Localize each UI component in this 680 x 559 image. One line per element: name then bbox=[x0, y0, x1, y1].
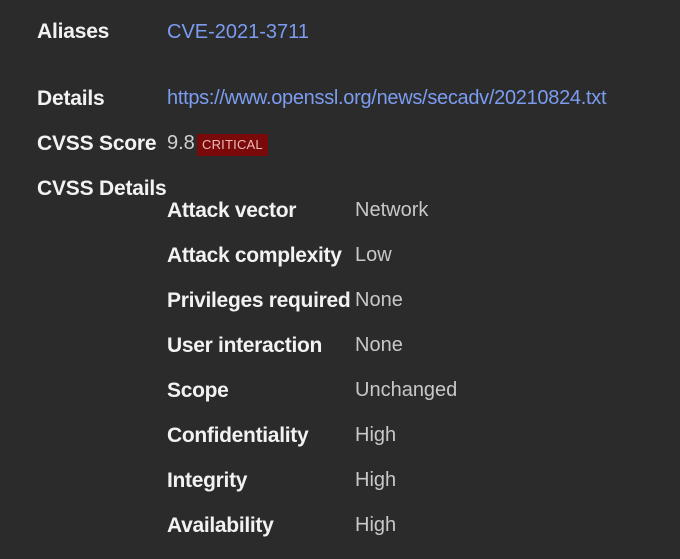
cvss-details-label: CVSS Details bbox=[37, 177, 167, 200]
detail-value-integrity: High bbox=[355, 469, 397, 491]
detail-key-attack-complexity: Attack complexity bbox=[167, 244, 342, 267]
detail-value-privileges-required: None bbox=[355, 289, 403, 311]
detail-key-privileges-required: Privileges required bbox=[167, 289, 351, 312]
detail-key-integrity: Integrity bbox=[167, 469, 248, 492]
detail-value-attack-vector: Network bbox=[355, 199, 429, 221]
detail-value-confidentiality: High bbox=[355, 424, 397, 446]
detail-value-user-interaction: None bbox=[355, 334, 403, 356]
severity-badge: CRITICAL bbox=[197, 134, 268, 156]
detail-key-attack-vector: Attack vector bbox=[167, 199, 297, 222]
details-url-link[interactable]: https://www.openssl.org/news/secadv/2021… bbox=[167, 87, 607, 110]
detail-key-user-interaction: User interaction bbox=[167, 334, 323, 357]
detail-value-attack-complexity: Low bbox=[355, 244, 392, 266]
cvss-score-value: 9.8 bbox=[167, 132, 195, 154]
detail-value-scope: Unchanged bbox=[355, 379, 458, 401]
cvss-score-label: CVSS Score bbox=[37, 132, 157, 155]
alias-link[interactable]: CVE-2021-3711 bbox=[167, 21, 309, 44]
detail-key-confidentiality: Confidentiality bbox=[167, 424, 309, 447]
detail-key-availability: Availability bbox=[167, 514, 274, 537]
aliases-label: Aliases bbox=[37, 20, 110, 43]
details-label: Details bbox=[37, 87, 105, 110]
detail-value-availability: High bbox=[355, 514, 397, 536]
detail-key-scope: Scope bbox=[167, 379, 229, 402]
